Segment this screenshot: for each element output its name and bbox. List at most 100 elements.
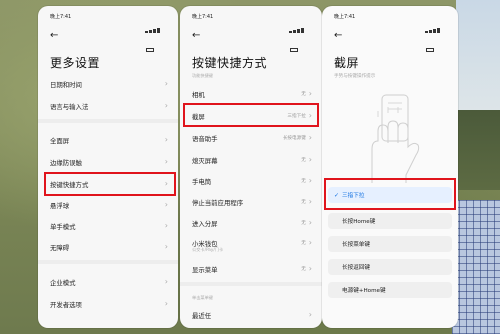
page-title: 截屏 — [334, 56, 360, 70]
section-divider — [38, 119, 178, 123]
chevron-right-icon: › — [308, 218, 312, 227]
chevron-right-icon: › — [308, 133, 312, 142]
shortcut-value: 无 — [301, 221, 306, 226]
back-arrow-icon[interactable]: ← — [334, 31, 342, 41]
phone-screen-button-shortcuts: 晚上7:41 ← 按键快捷方式 功能快捷键 相机无 › 截屏 三指下拉 › 语音助手长… — [180, 6, 322, 328]
shortcut-value: 无 — [301, 92, 306, 97]
chevron-right-icon: › — [308, 310, 312, 319]
chevron-right-icon: › — [308, 238, 312, 247]
back-arrow-icon[interactable]: ← — [192, 31, 200, 41]
option-label: 长按菜单键 — [342, 242, 370, 248]
shortcut-value: 无 — [301, 267, 306, 272]
shortcut-sublabel: 公交卡/Pay/门卡 — [192, 247, 224, 252]
settings-item-fullscreen[interactable]: 全面屏 › — [50, 133, 168, 147]
status-bar: 晚上7:41 — [38, 13, 178, 52]
back-arrow-icon[interactable]: ← — [50, 31, 58, 41]
signal-battery-icon — [144, 14, 166, 52]
shortcut-item-screen-off[interactable]: 熄灭屏幕 无 › — [192, 153, 312, 167]
status-bar: 晚上7:41 — [322, 13, 458, 52]
status-bar: 晚上7:41 — [180, 13, 322, 52]
highlight-box — [44, 172, 176, 196]
screenshot-option-power-home[interactable]: 电源键+Home键 — [328, 282, 452, 298]
highlight-box — [324, 178, 456, 210]
shortcut-item-flashlight[interactable]: 手电筒 无 › — [192, 174, 312, 188]
settings-item-developer[interactable]: 开发者选项 › — [50, 297, 168, 311]
shortcut-item-mi-wallet[interactable]: 小米钱包 公交卡/Pay/门卡无 › — [192, 236, 312, 253]
settings-item-label: 边缘防误触 — [50, 158, 82, 167]
shortcut-label: 熄灭屏幕 — [192, 156, 218, 165]
settings-item-label: 单手模式 — [50, 222, 76, 231]
chevron-right-icon: › — [164, 157, 168, 166]
page-title: 更多设置 — [50, 56, 101, 70]
shortcut-item-recent-tasks[interactable]: 最近任 › — [192, 308, 312, 322]
screenshot-option-long-menu[interactable]: 长按菜单键 — [328, 236, 452, 252]
settings-item-date-time[interactable]: 日期和时间 › — [50, 77, 168, 91]
section-header: 单击菜单键 — [192, 295, 213, 300]
option-label: 电源键+Home键 — [342, 288, 386, 294]
section-divider — [180, 282, 322, 286]
shortcut-label: 停止当前应用程序 — [192, 198, 244, 207]
chevron-right-icon: › — [164, 79, 168, 88]
chevron-right-icon: › — [164, 277, 168, 286]
settings-item-label: 企业模式 — [50, 278, 76, 287]
shortcut-item-split-screen[interactable]: 进入分屏 无 › — [192, 216, 312, 230]
settings-item-language[interactable]: 语言与输入法 › — [50, 99, 168, 113]
signal-battery-icon — [424, 14, 446, 52]
chevron-right-icon: › — [308, 197, 312, 206]
chevron-right-icon: › — [308, 264, 312, 273]
shortcut-label: 语音助手 — [192, 134, 218, 143]
chevron-right-icon: › — [308, 155, 312, 164]
settings-item-enterprise[interactable]: 企业模式 › — [50, 275, 168, 289]
chevron-right-icon: › — [308, 176, 312, 185]
settings-item-label: 开发者选项 — [50, 300, 82, 309]
shortcut-value: 无 — [301, 179, 306, 184]
settings-item-label: 日期和时间 — [50, 80, 82, 89]
settings-item-accessibility[interactable]: 无障碍 › — [50, 240, 168, 254]
status-time: 晚上7:41 — [50, 14, 72, 20]
sky-background — [456, 0, 500, 120]
chevron-right-icon: › — [164, 200, 168, 209]
settings-item-label: 全面屏 — [50, 136, 70, 145]
settings-item-label: 语言与输入法 — [50, 102, 89, 111]
shortcut-value: 无 — [301, 241, 306, 246]
shortcut-value: 无 — [301, 200, 306, 205]
chevron-right-icon: › — [164, 299, 168, 308]
settings-item-floating-ball[interactable]: 悬浮球 › — [50, 198, 168, 212]
status-time: 晚上7:41 — [192, 14, 214, 20]
section-header: 功能快捷键 — [192, 73, 213, 78]
chevron-right-icon: › — [308, 89, 312, 98]
status-time: 晚上7:41 — [334, 14, 356, 20]
section-divider — [38, 260, 178, 264]
signal-battery-icon — [288, 14, 310, 52]
option-label: 长按返回键 — [342, 265, 370, 271]
shortcut-label: 手电筒 — [192, 177, 212, 186]
shortcut-item-camera[interactable]: 相机 无 › — [192, 87, 312, 101]
gesture-hint: 手势与按键操作提示 — [334, 74, 376, 79]
settings-item-edge-protection[interactable]: 边缘防误触 › — [50, 155, 168, 169]
phone-screen-more-settings: 晚上7:41 ← 更多设置 日期和时间 › 语言与输入法 › 全面屏 › 边缘防误触 ›… — [38, 6, 178, 328]
shortcut-label: 进入分屏 — [192, 219, 218, 228]
settings-item-label: 悬浮球 — [50, 201, 70, 210]
shortcut-label: 相机 — [192, 90, 205, 99]
shortcut-item-show-menu[interactable]: 显示菜单 无 › — [192, 262, 312, 276]
shortcut-label: 显示菜单 — [192, 265, 218, 274]
shortcut-label: 最近任 — [192, 311, 212, 320]
screenshot-option-long-back[interactable]: 长按返回键 — [328, 259, 452, 275]
option-label: 长按Home键 — [342, 219, 376, 225]
settings-item-one-hand[interactable]: 单手模式 › — [50, 219, 168, 233]
trees-background — [456, 110, 500, 190]
plaid-fabric — [452, 200, 500, 334]
shortcut-item-stop-app[interactable]: 停止当前应用程序 无 › — [192, 195, 312, 209]
chevron-right-icon: › — [164, 135, 168, 144]
highlight-box — [183, 103, 319, 127]
settings-item-label: 无障碍 — [50, 243, 70, 252]
page-title: 按键快捷方式 — [192, 56, 268, 70]
chevron-right-icon: › — [164, 242, 168, 251]
shortcut-value: 长按电源键 — [282, 136, 306, 141]
three-finger-swipe-illustration-icon — [371, 94, 420, 183]
phone-screen-screenshot: 晚上7:41 ← 截屏 手势与按键操作提示 ✓ 三指下拉 长按Home键 长按菜单… — [322, 6, 458, 328]
screenshot-option-long-home[interactable]: 长按Home键 — [328, 213, 452, 229]
shortcut-value: 无 — [301, 158, 306, 163]
chevron-right-icon: › — [164, 221, 168, 230]
shortcut-item-voice-assistant[interactable]: 语音助手 长按电源键 › — [192, 131, 312, 145]
